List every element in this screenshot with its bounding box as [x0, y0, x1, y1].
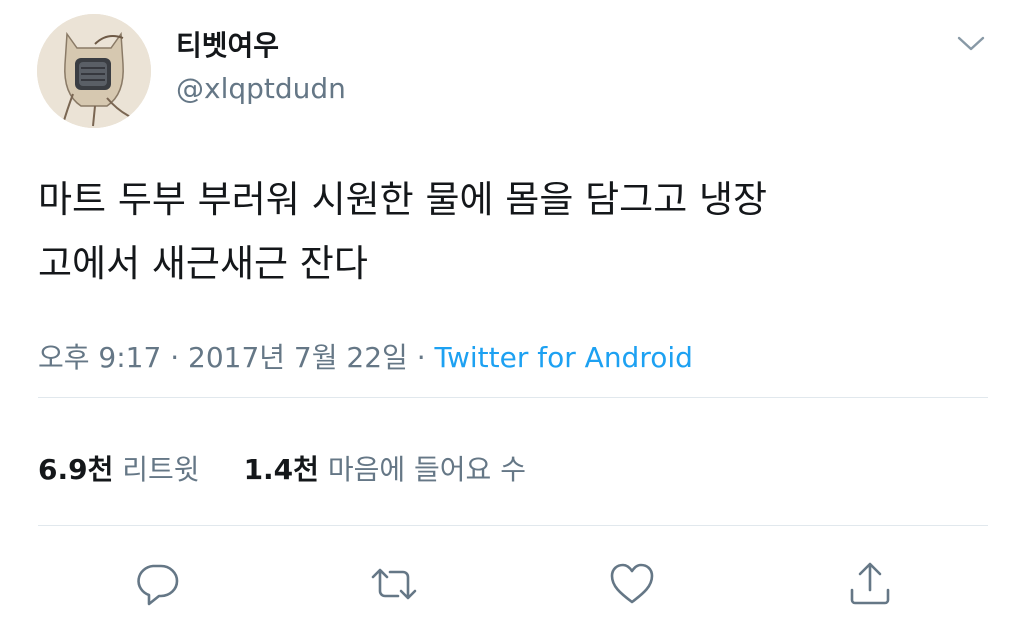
tweet-time[interactable]: 오후 9:17	[38, 341, 161, 374]
tweet-text-line-1: 마트 두부 부러워 시원한 물에 몸을 담그고 냉장	[38, 178, 768, 221]
tweet-stats: 6.9천 리트윗 1.4천 마음에 들어요 수	[38, 448, 526, 488]
user-handle[interactable]: @xlqptdudn	[176, 72, 346, 105]
reply-button[interactable]	[133, 560, 181, 608]
share-button[interactable]	[846, 560, 894, 608]
tweet-text-line-2: 고에서 새근새근 잔다	[38, 242, 368, 285]
fox-in-bag-icon	[37, 14, 151, 128]
meta-separator: ·	[161, 341, 189, 374]
tweet-date[interactable]: 2017년 7월 22일	[188, 341, 408, 374]
chevron-down-icon[interactable]	[955, 30, 987, 56]
display-name[interactable]: 티벳여우	[176, 24, 279, 64]
share-icon	[850, 562, 890, 605]
retweet-icon	[371, 568, 417, 600]
tweet-text: 마트 두부 부러워 시원한 물에 몸을 담그고 냉장 고에서 새근새근 잔다	[38, 168, 988, 296]
heart-icon	[610, 563, 654, 604]
likes-count: 1.4천	[243, 453, 319, 486]
meta-separator: ·	[407, 341, 435, 374]
retweets-count: 6.9천	[38, 453, 114, 486]
like-button[interactable]	[608, 560, 656, 608]
retweet-button[interactable]	[370, 560, 418, 608]
retweets-label: 리트윗	[122, 453, 200, 486]
likes-stat[interactable]: 1.4천 마음에 들어요 수	[244, 453, 526, 486]
divider	[38, 397, 988, 398]
comment-icon	[137, 564, 179, 606]
likes-label: 마음에 들어요 수	[327, 453, 526, 486]
divider	[38, 525, 988, 526]
tweet-meta: 오후 9:17 · 2017년 7월 22일 · Twitter for And…	[38, 336, 693, 376]
retweets-stat[interactable]: 6.9천 리트윗	[38, 453, 200, 486]
avatar[interactable]	[37, 14, 151, 128]
tweet-source-link[interactable]: Twitter for Android	[435, 341, 693, 374]
